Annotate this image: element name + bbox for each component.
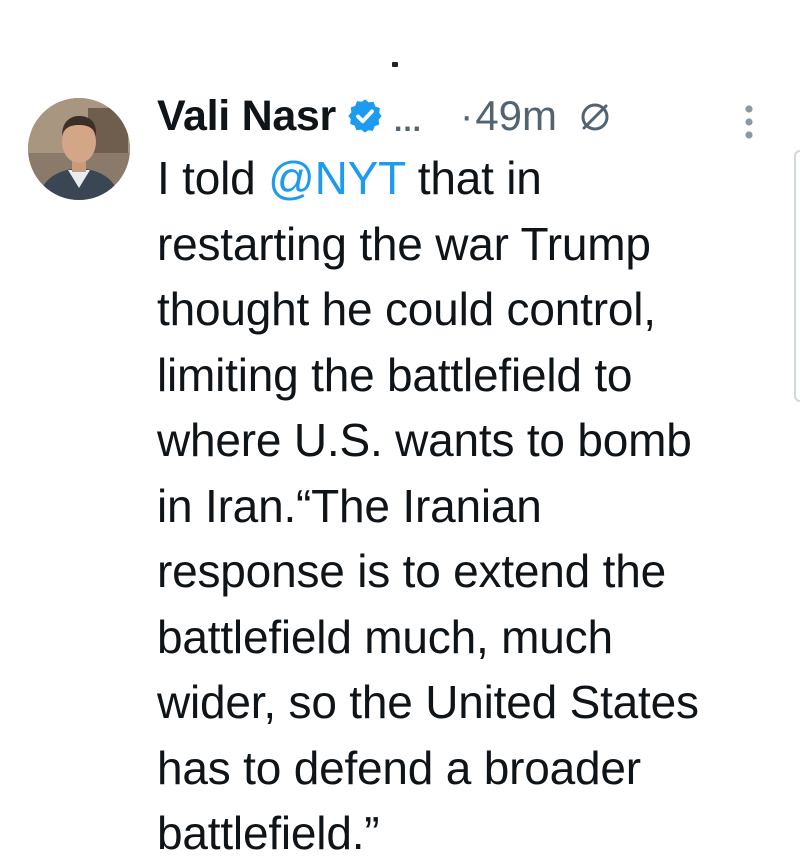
tweet-line: wider, so the United States — [157, 676, 699, 728]
tweet-line: I told @NYT that in — [157, 146, 777, 212]
more-vertical-icon[interactable] — [744, 104, 754, 140]
separator: · — [460, 93, 474, 138]
avatar[interactable] — [28, 98, 130, 200]
tweet-line: has to defend a broader — [157, 741, 641, 794]
mention-link[interactable]: @NYT — [268, 152, 405, 204]
tweet-line: in Iran.“The Iranian — [157, 479, 542, 532]
tweet-text-segment: that in — [405, 152, 542, 204]
thread-connector — [392, 62, 398, 67]
tweet-line: restarting the war Trump — [157, 217, 651, 270]
scroll-edge — [794, 150, 800, 402]
avatar-image — [28, 98, 130, 200]
tweet-body: I told @NYT that in restarting the war T… — [157, 146, 777, 867]
tweet-line: thought he could control, — [157, 283, 656, 335]
verified-badge-icon — [346, 97, 384, 135]
muted-icon — [579, 101, 611, 133]
tweet-header: Vali Nasr ... · 49m — [157, 86, 611, 146]
name-truncation: ... — [393, 105, 422, 138]
tweet-line: response is to extend the — [157, 545, 666, 597]
tweet-line: where U.S. wants to bomb — [157, 414, 692, 466]
timestamp[interactable]: 49m — [475, 92, 557, 140]
author-name[interactable]: Vali Nasr — [157, 92, 336, 141]
tweet-line: battlefield.” — [157, 807, 380, 859]
tweet-line: battlefield much, much — [157, 610, 613, 663]
tweet-line: limiting the battlefield to — [157, 348, 633, 401]
tweet-text-segment: I told — [157, 152, 269, 204]
